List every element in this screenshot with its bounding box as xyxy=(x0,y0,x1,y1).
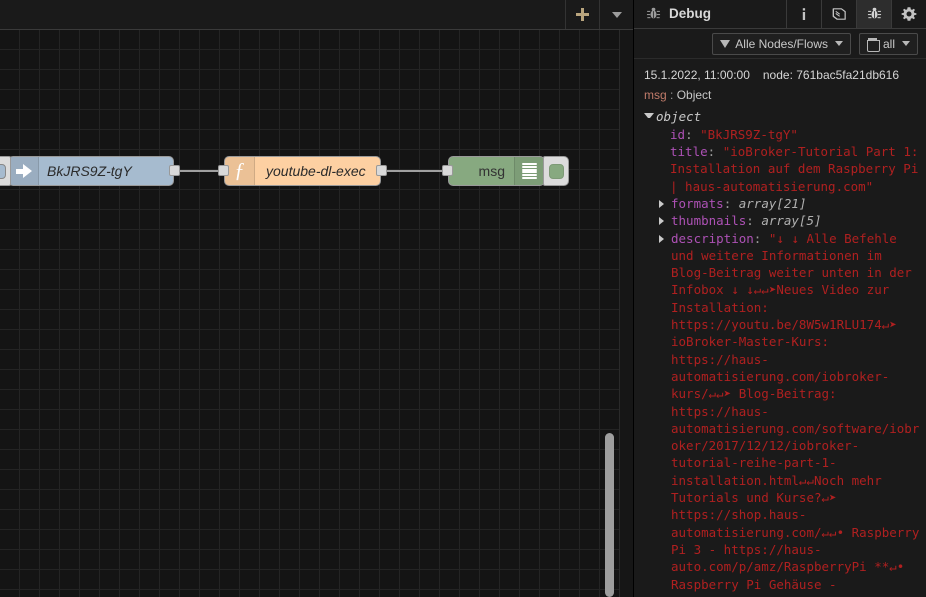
sidebar-tab-group xyxy=(786,0,926,28)
debug-message-property-line: msg : Object xyxy=(634,85,926,108)
node-red-window: BkJRS9Z-tgY ƒ youtube-dl-exec msg Debug … xyxy=(0,0,926,597)
tree-row[interactable]: id: "BkJRS9Z-tgY" xyxy=(644,126,920,143)
info-icon xyxy=(802,8,806,20)
tree-row-body: id: "BkJRS9Z-tgY" xyxy=(670,126,920,143)
node-debug-label: msg xyxy=(478,163,505,179)
chevron-right-icon[interactable] xyxy=(659,199,669,208)
debug-message-timestamp: 15.1.2022, 11:00:00 xyxy=(644,68,750,83)
tree-field-list: id: "BkJRS9Z-tgY" title: "ioBroker-Tutori… xyxy=(644,126,920,593)
debug-message-node-id: 761bac5fa21db616 xyxy=(796,68,900,83)
tree-row-body: title: "ioBroker-Tutorial Part 1: Instal… xyxy=(670,143,920,195)
debug-input-port[interactable] xyxy=(442,165,453,176)
gear-icon xyxy=(901,7,917,21)
tree-row[interactable]: thumbnails: array[5] xyxy=(644,212,920,229)
arrow-right-icon xyxy=(15,164,32,178)
tree-key: title xyxy=(670,144,708,160)
debug-node-icon-box xyxy=(514,157,544,185)
flow-tabs[interactable] xyxy=(0,0,565,29)
wire-function-to-debug[interactable] xyxy=(386,170,448,172)
tree-key: formats xyxy=(671,195,724,211)
function-f-icon: ƒ xyxy=(234,157,245,182)
sidebar-tab-help[interactable] xyxy=(821,0,856,28)
node-function-label: youtube-dl-exec xyxy=(266,163,366,179)
debug-message-meta: 15.1.2022, 11:00:00 node: 761bac5fa21db6… xyxy=(634,65,926,85)
debug-toggle-button[interactable] xyxy=(543,156,569,186)
sidebar-title-text: Debug xyxy=(669,6,711,22)
add-flow-button[interactable] xyxy=(565,0,599,29)
tree-value: "↓ ↓ Alle Befehle und weitere Informatio… xyxy=(671,230,920,592)
tree-row[interactable]: title: "ioBroker-Tutorial Part 1: Instal… xyxy=(644,143,920,195)
tree-value: array[21] xyxy=(738,195,807,211)
tree-key: description xyxy=(671,230,754,246)
node-debug[interactable]: msg xyxy=(442,156,569,186)
debug-sidebar: Debug Alle Nodes/Flows all 15.1.2022, 11… xyxy=(633,0,926,597)
tree-row-body: thumbnails: array[5] xyxy=(671,212,920,229)
debug-button-inner xyxy=(548,163,564,179)
function-output-port[interactable] xyxy=(376,165,387,176)
tree-row-body: formats: array[21] xyxy=(671,195,920,212)
debug-lines-icon xyxy=(522,163,537,179)
bug-icon xyxy=(867,8,881,19)
sidebar-tab-information[interactable] xyxy=(786,0,821,28)
tree-key: id xyxy=(670,126,686,142)
tree-root-row[interactable]: object xyxy=(644,108,920,125)
funnel-icon xyxy=(720,39,731,48)
book-icon xyxy=(832,8,846,20)
chevron-down-icon xyxy=(834,41,843,47)
debug-clear-label: all xyxy=(882,36,895,51)
tree-value: "BkJRS9Z-tgY" xyxy=(700,126,798,142)
bug-icon xyxy=(646,8,661,19)
flow-editor: BkJRS9Z-tgY ƒ youtube-dl-exec msg xyxy=(0,0,633,597)
tree-key: thumbnails xyxy=(671,213,747,229)
debug-message-type: Object xyxy=(676,88,712,103)
sidebar-title: Debug xyxy=(634,0,721,28)
inject-button-inner xyxy=(0,163,6,179)
debug-message-node-label: node: xyxy=(762,68,793,83)
tree-value: array[5] xyxy=(761,213,822,229)
flow-tab-bar xyxy=(0,0,633,30)
node-inject-label: BkJRS9Z-tgY xyxy=(47,163,132,179)
function-input-port[interactable] xyxy=(218,165,229,176)
canvas-right-gutter xyxy=(619,30,633,597)
debug-message-list[interactable]: 15.1.2022, 11:00:00 node: 761bac5fa21db6… xyxy=(634,59,926,597)
chevron-down-icon[interactable] xyxy=(644,113,654,119)
sidebar-header: Debug xyxy=(634,0,926,29)
tree-colon: : xyxy=(707,144,723,160)
chevron-right-icon[interactable] xyxy=(659,234,669,243)
debug-filter-scope-label: Alle Nodes/Flows xyxy=(735,36,828,51)
tree-colon: : xyxy=(685,126,701,142)
tree-colon: : xyxy=(746,213,762,229)
flow-canvas[interactable]: BkJRS9Z-tgY ƒ youtube-dl-exec msg xyxy=(0,30,633,597)
debug-object-tree: object id: "BkJRS9Z-tgY" title: "ioBroker… xyxy=(634,108,926,592)
tree-colon: : xyxy=(723,195,739,211)
chevron-down-icon xyxy=(611,11,622,18)
function-node-icon-box: ƒ xyxy=(225,157,255,185)
inject-node-icon-box xyxy=(9,157,39,185)
debug-message-separator: : xyxy=(670,88,674,103)
debug-filter-bar: Alle Nodes/Flows all xyxy=(634,28,926,60)
tree-colon: : xyxy=(753,230,769,246)
tree-root-label: object xyxy=(656,109,702,125)
sidebar-tab-config[interactable] xyxy=(891,0,926,28)
tree-row[interactable]: description: "↓ ↓ Alle Befehle und weite… xyxy=(644,230,920,593)
node-inject[interactable]: BkJRS9Z-tgY xyxy=(0,156,180,186)
debug-message[interactable]: 15.1.2022, 11:00:00 node: 761bac5fa21db6… xyxy=(634,59,926,597)
plus-icon xyxy=(576,8,589,21)
inject-trigger-button[interactable] xyxy=(0,156,11,186)
tree-row[interactable]: formats: array[21] xyxy=(644,195,920,212)
node-function[interactable]: ƒ youtube-dl-exec xyxy=(218,156,387,186)
chevron-right-icon[interactable] xyxy=(659,217,669,226)
chevron-down-icon xyxy=(902,41,910,47)
debug-filter-scope-button[interactable]: Alle Nodes/Flows xyxy=(712,32,851,55)
debug-message-node[interactable]: node: 761bac5fa21db616 xyxy=(763,65,899,85)
trash-icon xyxy=(866,37,880,52)
sidebar-tab-debug[interactable] xyxy=(856,0,891,28)
inject-output-port[interactable] xyxy=(169,165,180,176)
debug-clear-button[interactable]: all xyxy=(858,32,918,55)
canvas-scrollbar-thumb[interactable] xyxy=(605,433,614,597)
tree-row-body: description: "↓ ↓ Alle Befehle und weite… xyxy=(671,230,920,593)
flow-menu-button[interactable] xyxy=(599,0,633,29)
debug-message-property: msg xyxy=(644,88,667,103)
